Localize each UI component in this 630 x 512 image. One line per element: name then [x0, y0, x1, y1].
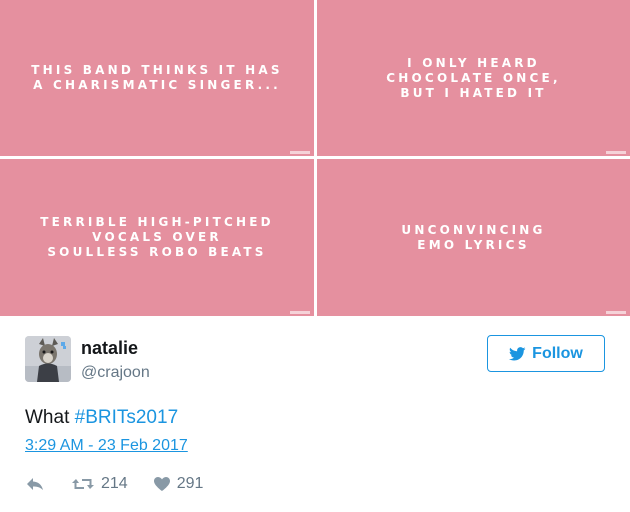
media-tile-3-text: TERRIBLE HIGH-PITCHED VOCALS OVER SOULLE… — [40, 215, 274, 259]
tweet-page: THIS BAND THINKS IT HAS A CHARISMATIC SI… — [0, 0, 630, 512]
tile-corner-mark — [606, 151, 626, 154]
heart-icon — [153, 477, 170, 491]
media-tile-2-text: I ONLY HEARD CHOCOLATE ONCE, BUT I HATED… — [386, 55, 561, 100]
like-button[interactable]: 291 — [153, 475, 204, 493]
media-tile-4[interactable]: UNCONVINCING EMO LYRICS — [317, 159, 630, 316]
tile-corner-mark — [290, 151, 310, 154]
media-tile-3[interactable]: TERRIBLE HIGH-PITCHED VOCALS OVER SOULLE… — [0, 159, 314, 316]
retweet-button[interactable]: 214 — [71, 475, 128, 493]
avatar[interactable] — [25, 336, 71, 382]
tweet-card: natalie @crajoon Follow What #BRITs2017 … — [0, 318, 630, 512]
retweet-count: 214 — [101, 475, 128, 492]
follow-button[interactable]: Follow — [487, 335, 605, 372]
follow-button-label: Follow — [532, 344, 583, 362]
tweet-timestamp-link[interactable]: 3:29 AM - 23 Feb 2017 — [25, 437, 188, 455]
tweet-media-grid[interactable]: THIS BAND THINKS IT HAS A CHARISMATIC SI… — [0, 0, 630, 318]
avatar-image — [25, 336, 71, 382]
hashtag-link[interactable]: #BRITs2017 — [75, 407, 179, 428]
like-count: 291 — [176, 475, 204, 492]
reply-button[interactable] — [25, 476, 45, 492]
tweet-actions: 214 291 — [25, 473, 203, 495]
tile-corner-mark — [606, 311, 626, 314]
user-handle[interactable]: @crajoon — [81, 364, 150, 382]
tweet-text: What #BRITs2017 — [25, 407, 178, 429]
user-display-name[interactable]: natalie — [81, 338, 138, 359]
media-tile-1-text: THIS BAND THINKS IT HAS A CHARISMATIC SI… — [31, 63, 283, 92]
twitter-bird-icon — [509, 346, 526, 361]
reply-icon — [27, 478, 43, 490]
tile-corner-mark — [290, 311, 310, 314]
media-tile-2[interactable]: I ONLY HEARD CHOCOLATE ONCE, BUT I HATED… — [317, 0, 630, 156]
tweet-text-prefix: What — [25, 407, 75, 428]
media-tile-1[interactable]: THIS BAND THINKS IT HAS A CHARISMATIC SI… — [0, 0, 314, 156]
retweet-icon — [72, 479, 94, 489]
media-tile-4-text: UNCONVINCING EMO LYRICS — [401, 222, 546, 252]
